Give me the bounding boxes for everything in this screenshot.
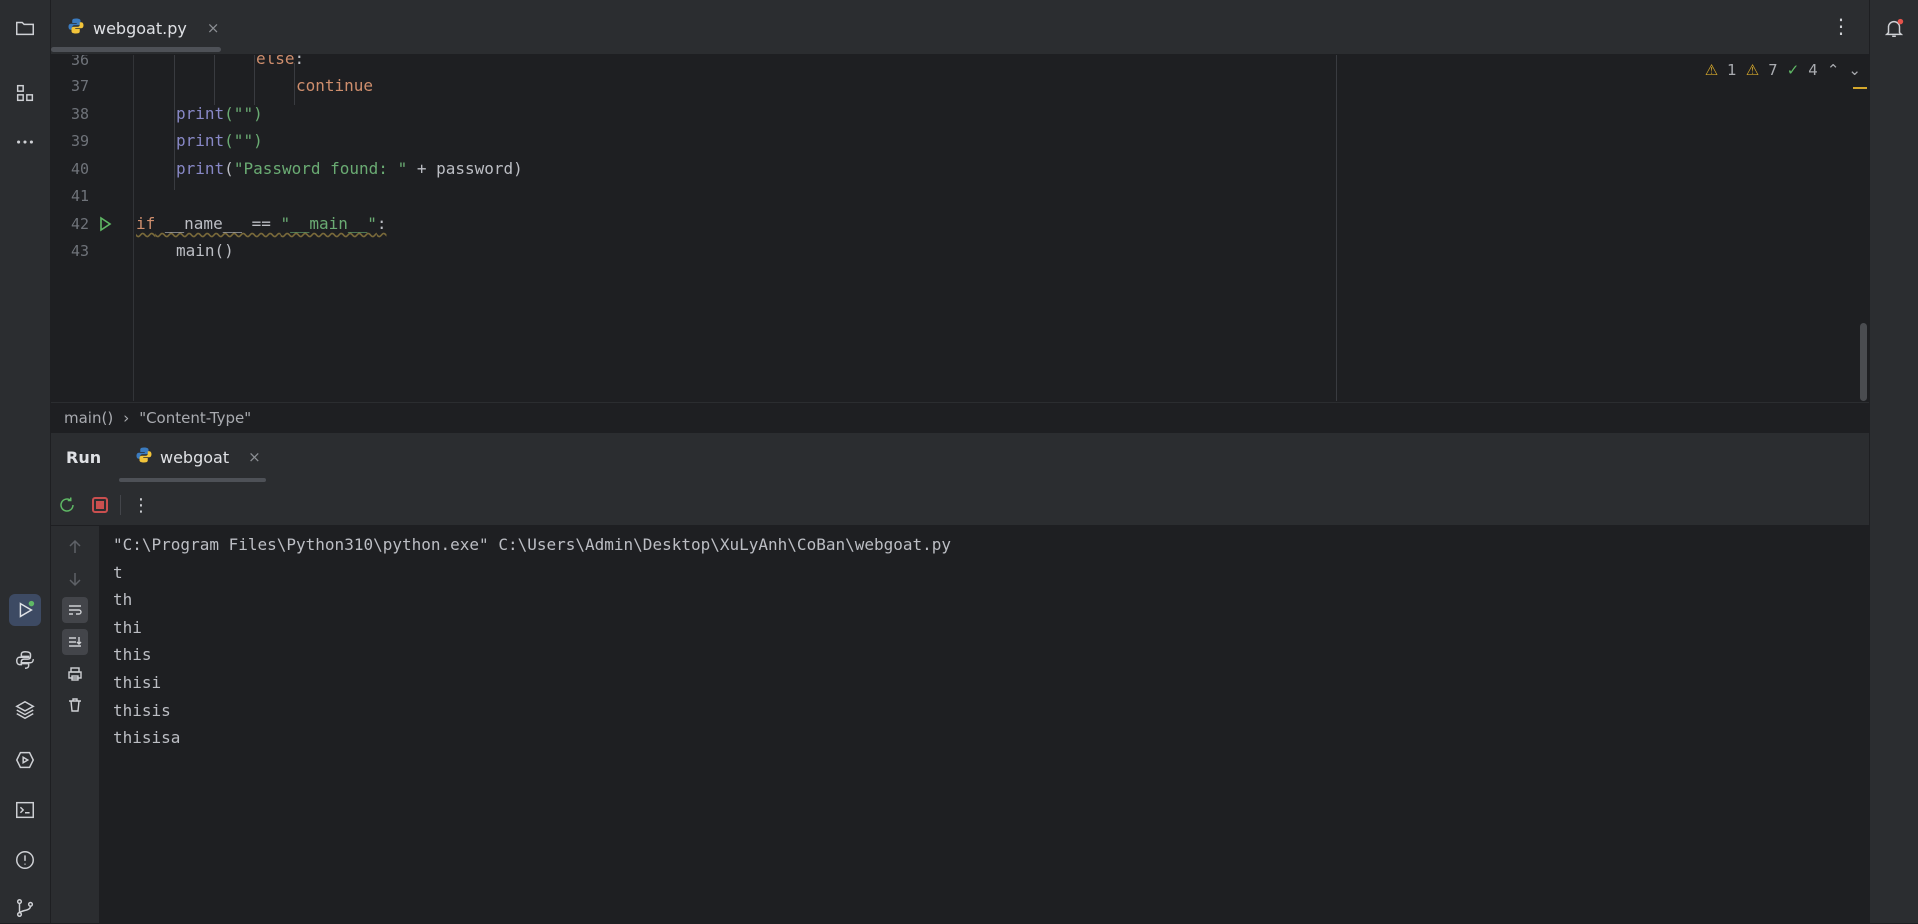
code-line-43: main() [176, 241, 234, 260]
line-number: 42 [70, 215, 89, 233]
warning-count: 7 [1768, 61, 1778, 79]
arrow-down-icon[interactable] [62, 566, 88, 592]
run-tab-webgoat[interactable]: webgoat × [135, 446, 261, 468]
console-line: "C:\Program Files\Python310\python.exe" … [113, 535, 952, 554]
more-icon[interactable] [9, 126, 41, 158]
console-line: thisisa [113, 728, 181, 748]
indent-guide [174, 105, 175, 190]
python-file-icon [135, 446, 153, 468]
print-icon[interactable] [62, 661, 88, 687]
python-file-icon [67, 17, 85, 39]
run-toolbar: ⋮ [51, 485, 1869, 526]
editor-tab-bar: webgoat.py × ⋮ [51, 0, 1869, 55]
indent-guide [174, 55, 175, 105]
weak-warning-count: 4 [1808, 61, 1818, 79]
error-icon: ⚠ [1704, 61, 1719, 79]
folder-icon[interactable] [9, 12, 41, 44]
console-line: th [113, 590, 133, 610]
layers-icon[interactable] [9, 694, 41, 726]
line-number: 38 [70, 105, 89, 123]
line-number: 43 [70, 242, 89, 260]
weak-warning-icon: ✓ [1786, 61, 1800, 79]
breadcrumb: main() › "Content-Type" [51, 402, 1869, 433]
toolbar-divider [120, 495, 121, 515]
console-line: thisi [113, 672, 162, 692]
code-line-36: else: [256, 55, 305, 68]
code-line-38: print("") [176, 104, 263, 123]
git-icon[interactable] [9, 892, 41, 924]
line-gutter: 36 37 38 39 40 41 42 43 [51, 55, 134, 401]
line-number: 36 [70, 55, 89, 69]
scroll-to-end-icon[interactable] [62, 629, 88, 655]
chevron-right-icon: › [123, 409, 130, 427]
code-line-42: if __name__ == "__main__": [136, 214, 387, 233]
structure-icon[interactable] [9, 77, 41, 109]
run-more-icon[interactable]: ⋮ [131, 495, 151, 516]
console-line: t [113, 562, 123, 582]
code-line-39: print("") [176, 131, 263, 150]
bell-icon[interactable] [1878, 12, 1910, 44]
left-tool-strip [0, 0, 51, 923]
close-tab-icon[interactable]: × [207, 19, 220, 37]
code-editor[interactable]: 36 37 38 39 40 41 42 43 else: continue p… [51, 55, 1869, 401]
inspection-widget[interactable]: ⚠ 1 ⚠ 7 ✓ 4 ⌃ ⌄ [1705, 61, 1861, 79]
python-icon[interactable] [9, 644, 41, 676]
warning-marker[interactable] [1853, 87, 1867, 89]
run-tab-label: webgoat [160, 447, 230, 467]
error-count: 1 [1727, 61, 1737, 79]
trash-icon[interactable] [62, 692, 88, 718]
console-line: this [113, 645, 152, 665]
run-title: Run [66, 448, 102, 467]
breadcrumb-item-content-type[interactable]: "Content-Type" [139, 409, 251, 427]
line-number: 39 [70, 132, 89, 150]
problems-icon[interactable] [9, 844, 41, 876]
console-output[interactable]: "C:\Program Files\Python310\python.exe" … [113, 531, 1869, 923]
breadcrumb-item-main[interactable]: main() [64, 409, 113, 427]
warning-icon: ⚠ [1745, 61, 1760, 79]
tab-more-icon[interactable]: ⋮ [1831, 14, 1851, 38]
run-icon[interactable] [9, 594, 41, 626]
indent-guide [294, 63, 295, 105]
run-header: Run webgoat × [51, 433, 1869, 485]
services-icon[interactable] [9, 744, 41, 776]
rerun-icon[interactable] [57, 495, 77, 515]
chevron-up-icon[interactable]: ⌃ [1827, 61, 1840, 79]
right-tool-strip [1869, 0, 1918, 923]
run-gutter-icon[interactable] [97, 216, 113, 236]
arrow-up-icon[interactable] [62, 534, 88, 560]
indent-guide [254, 55, 255, 105]
run-tool-window: Run webgoat × ⋮ "C:\Program Files\Python… [51, 433, 1869, 923]
console-line: thisis [113, 700, 171, 720]
editor-tab-webgoat[interactable]: webgoat.py × [67, 11, 219, 45]
line-number: 40 [70, 160, 89, 178]
run-tab-underline [119, 478, 266, 482]
indent-guide [214, 55, 215, 105]
console-side-toolbar [51, 526, 100, 923]
code-line-37: continue [296, 76, 374, 95]
line-number: 37 [70, 77, 89, 95]
line-number: 41 [70, 187, 89, 205]
console-line: thi [113, 617, 142, 637]
tab-scroll-indicator [51, 47, 221, 52]
right-margin-guide [1336, 55, 1337, 401]
code-line-40: print("Password found: " + password) [176, 159, 523, 178]
terminal-icon[interactable] [9, 794, 41, 826]
chevron-down-icon[interactable]: ⌄ [1848, 61, 1861, 79]
editor-tab-label: webgoat.py [93, 18, 187, 38]
editor-scrollbar[interactable] [1860, 323, 1867, 401]
soft-wrap-icon[interactable] [62, 597, 88, 623]
close-run-tab-icon[interactable]: × [248, 448, 261, 466]
stop-icon[interactable] [90, 495, 110, 515]
